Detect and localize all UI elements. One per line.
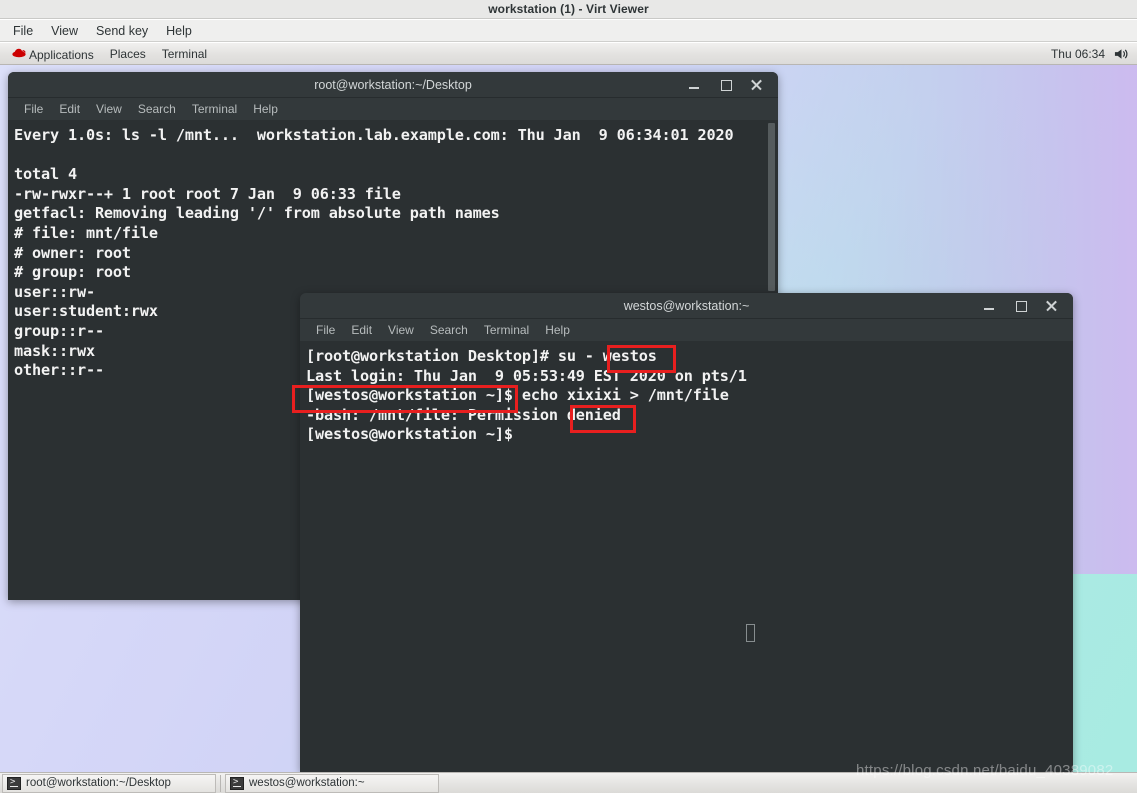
- root-terminal-titlebar[interactable]: root@workstation:~/Desktop: [8, 72, 778, 98]
- redhat-logo-icon: [12, 46, 27, 59]
- close-icon[interactable]: [750, 78, 763, 91]
- viewer-titlebar: workstation (1) - Virt Viewer: [0, 0, 1137, 19]
- volume-speaker-icon[interactable]: [1114, 47, 1129, 61]
- panel-clock[interactable]: Thu 06:34: [1051, 47, 1105, 61]
- scrollbar-thumb[interactable]: [768, 123, 775, 291]
- westos-menu-file[interactable]: File: [308, 322, 343, 338]
- root-menu-view[interactable]: View: [88, 101, 130, 117]
- terminal-cursor: [746, 624, 755, 642]
- root-terminal-title: root@workstation:~/Desktop: [314, 77, 472, 92]
- westos-terminal-menubar: File Edit View Search Terminal Help: [300, 319, 1073, 342]
- root-menu-search[interactable]: Search: [130, 101, 184, 117]
- terminal-icon: [230, 776, 244, 790]
- root-menu-help[interactable]: Help: [245, 101, 286, 117]
- westos-terminal-window-controls: [983, 299, 1073, 312]
- terminal-window-westos[interactable]: westos@workstation:~ File Edit View Sear…: [300, 293, 1073, 772]
- root-menu-terminal[interactable]: Terminal: [184, 101, 245, 117]
- panel-label-applications: Applications: [29, 47, 94, 62]
- minimize-icon[interactable]: [688, 78, 701, 91]
- taskbar-button-root-terminal[interactable]: root@workstation:~/Desktop: [2, 773, 216, 793]
- terminal-icon: [7, 776, 21, 790]
- viewer-menu-send-key[interactable]: Send key: [87, 22, 157, 40]
- close-icon[interactable]: [1045, 299, 1058, 312]
- panel-item-applications[interactable]: Applications: [4, 44, 102, 64]
- westos-menu-terminal[interactable]: Terminal: [476, 322, 537, 338]
- panel-right-group: Thu 06:34: [1051, 47, 1137, 61]
- gnome-top-panel: Applications Places Terminal Thu 06:34: [0, 43, 1137, 65]
- westos-menu-help[interactable]: Help: [537, 322, 578, 338]
- viewer-menu-file[interactable]: File: [4, 22, 42, 40]
- root-menu-edit[interactable]: Edit: [51, 101, 88, 117]
- panel-item-terminal[interactable]: Terminal: [154, 45, 215, 63]
- root-terminal-window-controls: [688, 78, 778, 91]
- root-terminal-menubar: File Edit View Search Terminal Help: [8, 98, 778, 121]
- maximize-icon[interactable]: [719, 78, 732, 91]
- westos-terminal-output: [root@workstation Desktop]# su - westos …: [306, 347, 747, 444]
- viewer-menubar: File View Send key Help: [0, 20, 1137, 42]
- westos-terminal-title: westos@workstation:~: [623, 298, 750, 313]
- minimize-icon[interactable]: [983, 299, 996, 312]
- westos-terminal-body[interactable]: [root@workstation Desktop]# su - westos …: [300, 342, 1073, 772]
- westos-menu-edit[interactable]: Edit: [343, 322, 380, 338]
- taskbar-label-root: root@workstation:~/Desktop: [26, 777, 171, 789]
- westos-menu-search[interactable]: Search: [422, 322, 476, 338]
- westos-menu-view[interactable]: View: [380, 322, 422, 338]
- panel-item-places[interactable]: Places: [102, 45, 154, 63]
- viewer-title: workstation (1) - Virt Viewer: [488, 2, 649, 16]
- taskbar-button-westos-terminal[interactable]: westos@workstation:~: [225, 773, 439, 793]
- viewer-menu-help[interactable]: Help: [157, 22, 201, 40]
- panel-left-group: Applications Places Terminal: [0, 44, 215, 64]
- westos-terminal-titlebar[interactable]: westos@workstation:~: [300, 293, 1073, 319]
- viewer-menu-view[interactable]: View: [42, 22, 87, 40]
- taskbar-separator: [220, 774, 221, 792]
- watermark-text: https://blog.csdn.net/baidu_40389082: [856, 762, 1114, 779]
- maximize-icon[interactable]: [1014, 299, 1027, 312]
- screen: workstation (1) - Virt Viewer File View …: [0, 0, 1137, 793]
- taskbar-label-westos: westos@workstation:~: [249, 777, 365, 789]
- root-menu-file[interactable]: File: [16, 101, 51, 117]
